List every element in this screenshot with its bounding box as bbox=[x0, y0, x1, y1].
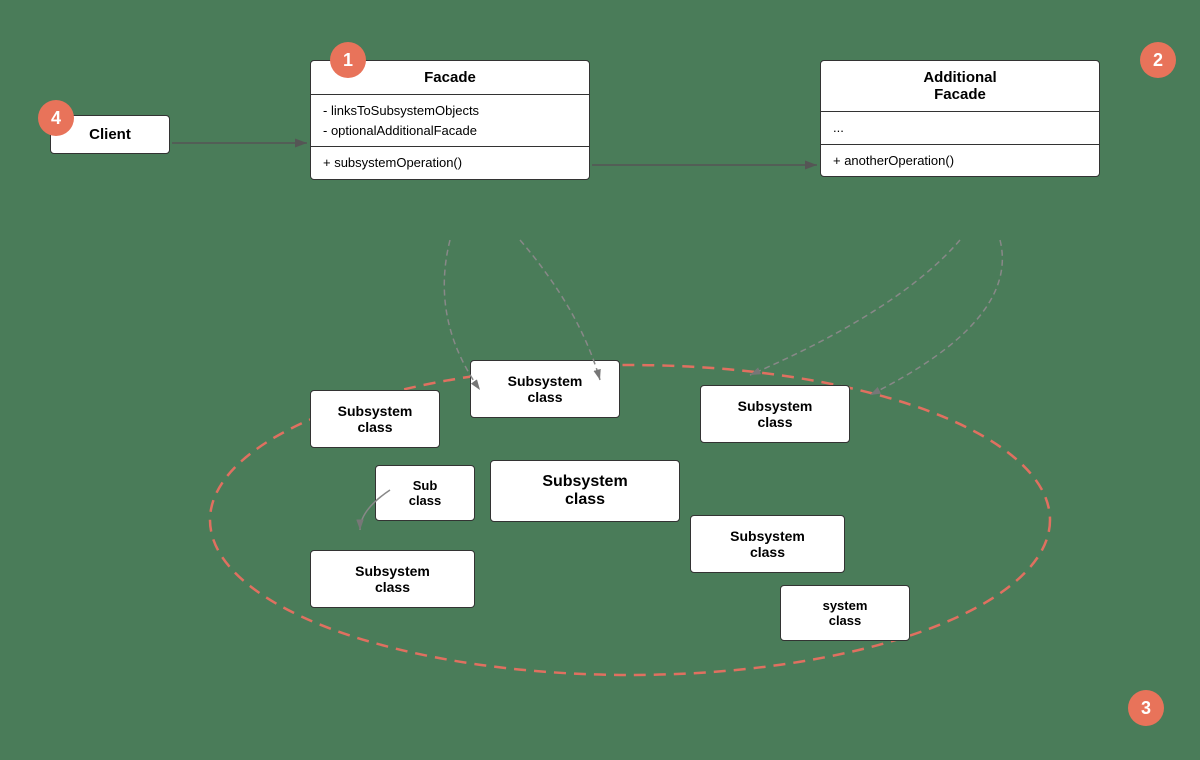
subsystem-box-4: Subclass bbox=[375, 465, 475, 521]
additional-facade-title: AdditionalFacade bbox=[821, 61, 1099, 112]
subsystem-box-6: Subsystemclass bbox=[310, 550, 475, 608]
subsystem-cloud: Subsystemclass Subsystemclass Subsystemc… bbox=[180, 330, 1080, 690]
circle-3: 3 bbox=[1128, 690, 1164, 726]
circle-2: 2 bbox=[1140, 42, 1176, 78]
additional-facade-method: + anotherOperation() bbox=[821, 145, 1099, 177]
subsystem-box-5: Subsystemclass bbox=[490, 460, 680, 522]
diagram-container: 1 2 3 4 Client Facade - linksToSubsystem… bbox=[0, 0, 1200, 760]
subsystem-box-1: Subsystemclass bbox=[310, 390, 440, 448]
circle-4: 4 bbox=[38, 100, 74, 136]
subsystem-box-7: Subsystemclass bbox=[690, 515, 845, 573]
subsystem-box-8: systemclass bbox=[780, 585, 910, 641]
facade-box: Facade - linksToSubsystemObjects - optio… bbox=[310, 60, 590, 180]
additional-facade-field: ... bbox=[821, 112, 1099, 145]
facade-fields: - linksToSubsystemObjects - optionalAddi… bbox=[311, 95, 589, 147]
circle-1: 1 bbox=[330, 42, 366, 78]
facade-method: + subsystemOperation() bbox=[311, 147, 589, 179]
subsystem-box-2: Subsystemclass bbox=[470, 360, 620, 418]
subsystem-box-3: Subsystemclass bbox=[700, 385, 850, 443]
additional-facade-box: AdditionalFacade ... + anotherOperation(… bbox=[820, 60, 1100, 177]
